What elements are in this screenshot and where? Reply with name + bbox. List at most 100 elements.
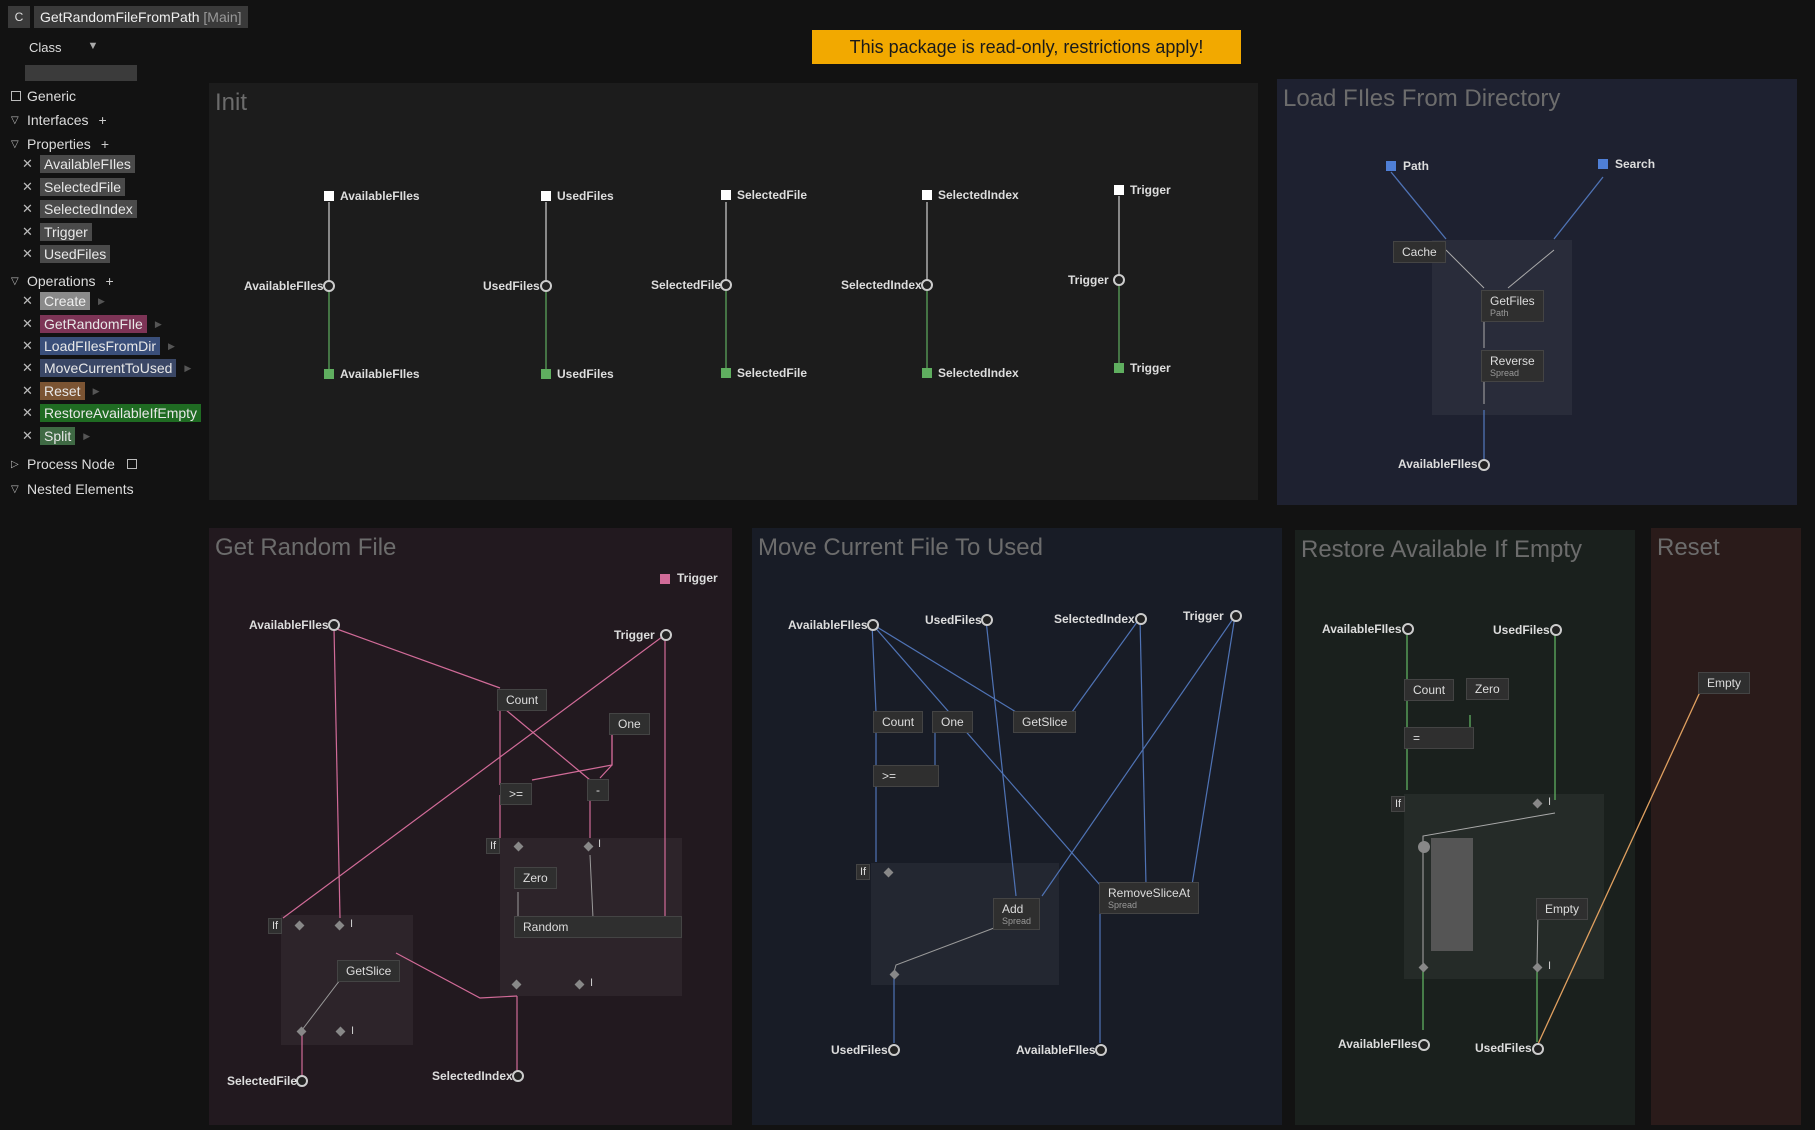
pad-square[interactable]: [541, 369, 551, 379]
pad-square[interactable]: [324, 369, 334, 379]
splicer-bar: I: [1548, 796, 1552, 808]
pad-square[interactable]: [541, 191, 551, 201]
pad-label: AvailableFIles: [244, 279, 324, 293]
pin-dot[interactable]: [867, 619, 879, 631]
pad-square[interactable]: [1114, 363, 1124, 373]
pad-label: AvailableFIles: [1338, 1037, 1418, 1051]
pad-label: Trigger: [1183, 609, 1224, 623]
count-node[interactable]: Count: [1404, 679, 1455, 701]
pad-label: SelectedFile: [651, 278, 722, 292]
one-node[interactable]: One: [932, 711, 973, 733]
pad-label: AvailableFIles: [788, 618, 868, 632]
zero-node[interactable]: Zero: [1466, 678, 1509, 700]
getslice-node[interactable]: GetSlice: [337, 960, 401, 982]
pad-label: AvailableFIles: [1398, 457, 1478, 471]
pin-dot[interactable]: [981, 614, 993, 626]
pad-square[interactable]: [922, 190, 932, 200]
count-node[interactable]: Count: [497, 689, 548, 711]
pin-dot[interactable]: [1532, 1043, 1544, 1055]
iobox[interactable]: [1431, 838, 1473, 951]
pad-label: UsedFiles: [483, 279, 540, 293]
pin-dot[interactable]: [540, 280, 552, 292]
splicer-bar: I: [598, 838, 602, 850]
pad-square[interactable]: [721, 368, 731, 378]
count-node[interactable]: Count: [873, 711, 924, 733]
pad-label: UsedFiles: [831, 1043, 888, 1057]
node-label: GetFiles: [1490, 294, 1535, 308]
add-node[interactable]: Add Spread: [993, 898, 1041, 930]
cache-region-label[interactable]: Cache: [1393, 241, 1446, 263]
splicer-bar: I: [350, 918, 354, 930]
pin-dot[interactable]: [323, 280, 335, 292]
pad-label: SelectedIndex: [938, 188, 1019, 202]
pad-label: SelectedFile: [227, 1074, 298, 1088]
reverse-node[interactable]: Reverse Spread: [1481, 350, 1544, 382]
pin-dot[interactable]: [660, 629, 672, 641]
pad-label: SelectedIndex: [841, 278, 922, 292]
pad-label: SelectedIndex: [1054, 612, 1135, 626]
wires-layer: [282, 171, 1701, 1077]
removesliceat-node[interactable]: RemoveSliceAt Spread: [1099, 882, 1200, 914]
pin-dot[interactable]: [1230, 610, 1242, 622]
pin-dot[interactable]: [720, 279, 732, 291]
splicer-bar: I: [351, 1025, 355, 1037]
node-sublabel: Spread: [1002, 916, 1032, 926]
pad-label: Trigger: [677, 571, 718, 585]
pad-label: UsedFiles: [925, 613, 982, 627]
greater-equal-node[interactable]: >=: [873, 765, 939, 787]
pin-dot[interactable]: [1550, 624, 1562, 636]
node-sublabel: Spread: [1490, 368, 1520, 378]
pad-label: UsedFiles: [1493, 623, 1550, 637]
pin-dot[interactable]: [1418, 841, 1430, 853]
pad-square[interactable]: [922, 368, 932, 378]
one-node[interactable]: One: [609, 713, 650, 735]
pin-dot[interactable]: [512, 1070, 524, 1082]
pin-dot[interactable]: [1095, 1044, 1107, 1056]
pad-label: UsedFiles: [557, 189, 614, 203]
pad-label: AvailableFIles: [249, 618, 329, 632]
if-node[interactable]: If: [1391, 796, 1406, 812]
getslice-node[interactable]: GetSlice: [1013, 711, 1077, 733]
pin-dot[interactable]: [921, 279, 933, 291]
pad-label: Search: [1615, 157, 1656, 171]
greater-equal-node[interactable]: >=: [500, 783, 533, 805]
empty-node[interactable]: Empty: [1536, 898, 1589, 920]
equals-node[interactable]: =: [1404, 727, 1474, 749]
pad-label: UsedFiles: [1475, 1041, 1532, 1055]
node-sublabel: Spread: [1108, 900, 1138, 910]
pad-square[interactable]: [660, 574, 670, 584]
empty-node[interactable]: Empty: [1698, 672, 1751, 694]
pin-dot[interactable]: [1478, 459, 1490, 471]
minus-node[interactable]: -: [587, 779, 609, 801]
if-node[interactable]: If: [856, 864, 871, 880]
node-sublabel: Path: [1490, 308, 1509, 318]
pad-label: Trigger: [1130, 183, 1171, 197]
pin-dot[interactable]: [888, 1044, 900, 1056]
zero-node[interactable]: Zero: [514, 867, 557, 889]
pin-dot[interactable]: [1402, 623, 1414, 635]
getfiles-node[interactable]: GetFiles Path: [1481, 290, 1544, 322]
pad-label: SelectedFile: [737, 188, 808, 202]
pad-label: Path: [1403, 159, 1430, 173]
node-label: RemoveSliceAt: [1108, 886, 1191, 900]
if-node[interactable]: If: [486, 838, 501, 854]
pad-square[interactable]: [721, 190, 731, 200]
if-node[interactable]: If: [268, 918, 283, 934]
pad-label: Trigger: [614, 628, 655, 642]
pin-dot[interactable]: [296, 1075, 308, 1087]
pad-square[interactable]: [1598, 159, 1608, 169]
pin-dot[interactable]: [1135, 613, 1147, 625]
pin-dot[interactable]: [328, 619, 340, 631]
node-label: Reverse: [1490, 354, 1535, 368]
pad-label: AvailableFIles: [340, 367, 420, 381]
pad-square[interactable]: [324, 191, 334, 201]
pad-square[interactable]: [1386, 161, 1396, 171]
pad-label: AvailableFIles: [1016, 1043, 1096, 1057]
pin-dot[interactable]: [1418, 1039, 1430, 1051]
pad-label: Trigger: [1130, 361, 1171, 375]
pad-label: SelectedFile: [737, 366, 808, 380]
random-node[interactable]: Random: [514, 916, 682, 938]
pad-square[interactable]: [1114, 185, 1124, 195]
pad-label: SelectedIndex: [938, 366, 1019, 380]
pin-dot[interactable]: [1113, 274, 1125, 286]
